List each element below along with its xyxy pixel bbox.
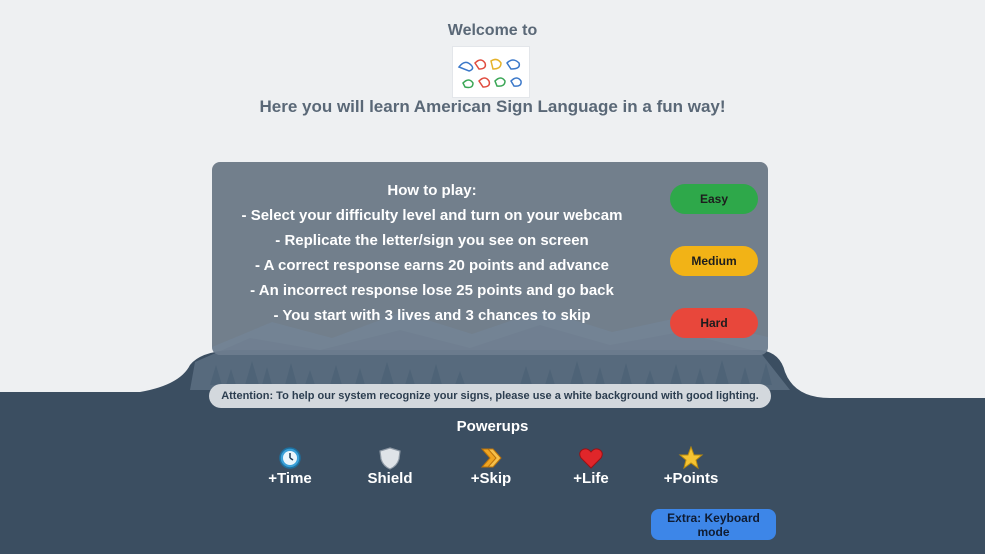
welcome-heading: Welcome to (447, 22, 538, 39)
skip-arrow-icon (480, 448, 502, 468)
tagline: Here you will learn American Sign Langua… (259, 97, 726, 116)
instruction-line: - Replicate the letter/sign you see on s… (275, 232, 589, 249)
attention-notice: Attention: To help our system recognize … (209, 384, 771, 408)
clock-icon (279, 447, 301, 469)
heart-icon (579, 448, 603, 469)
powerup-label: +Time (268, 470, 312, 487)
powerup-label: +Skip (470, 470, 512, 487)
how-to-play-title: How to play: (387, 182, 477, 199)
powerups-title: Powerups (456, 418, 529, 435)
instruction-line: - You start with 3 lives and 3 chances t… (273, 307, 591, 324)
asl-hands-logo (457, 58, 522, 89)
instruction-line: - Select your difficulty level and turn … (241, 207, 623, 224)
medium-button[interactable]: Medium (670, 246, 758, 276)
powerup-label: Shield (367, 470, 413, 487)
keyboard-mode-button[interactable]: Extra: Keyboard mode (651, 509, 776, 540)
instruction-line: - A correct response earns 20 points and… (254, 257, 610, 274)
powerup-time: +Time (240, 446, 340, 487)
powerup-points: +Points (641, 446, 741, 487)
powerup-life: +Life (541, 446, 641, 487)
how-to-play-text: How to play: - Select your difficulty le… (212, 178, 652, 328)
hard-button[interactable]: Hard (670, 308, 758, 338)
logo (452, 46, 530, 98)
powerup-skip: +Skip (441, 446, 541, 487)
powerup-label: +Life (573, 470, 609, 487)
star-icon (678, 446, 704, 470)
easy-button[interactable]: Easy (670, 184, 758, 214)
instructions-panel: How to play: - Select your difficulty le… (212, 162, 768, 355)
shield-icon (379, 447, 401, 470)
instruction-line: - An incorrect response lose 25 points a… (250, 282, 614, 299)
powerup-shield: Shield (340, 446, 440, 487)
powerup-label: +Points (663, 470, 719, 487)
